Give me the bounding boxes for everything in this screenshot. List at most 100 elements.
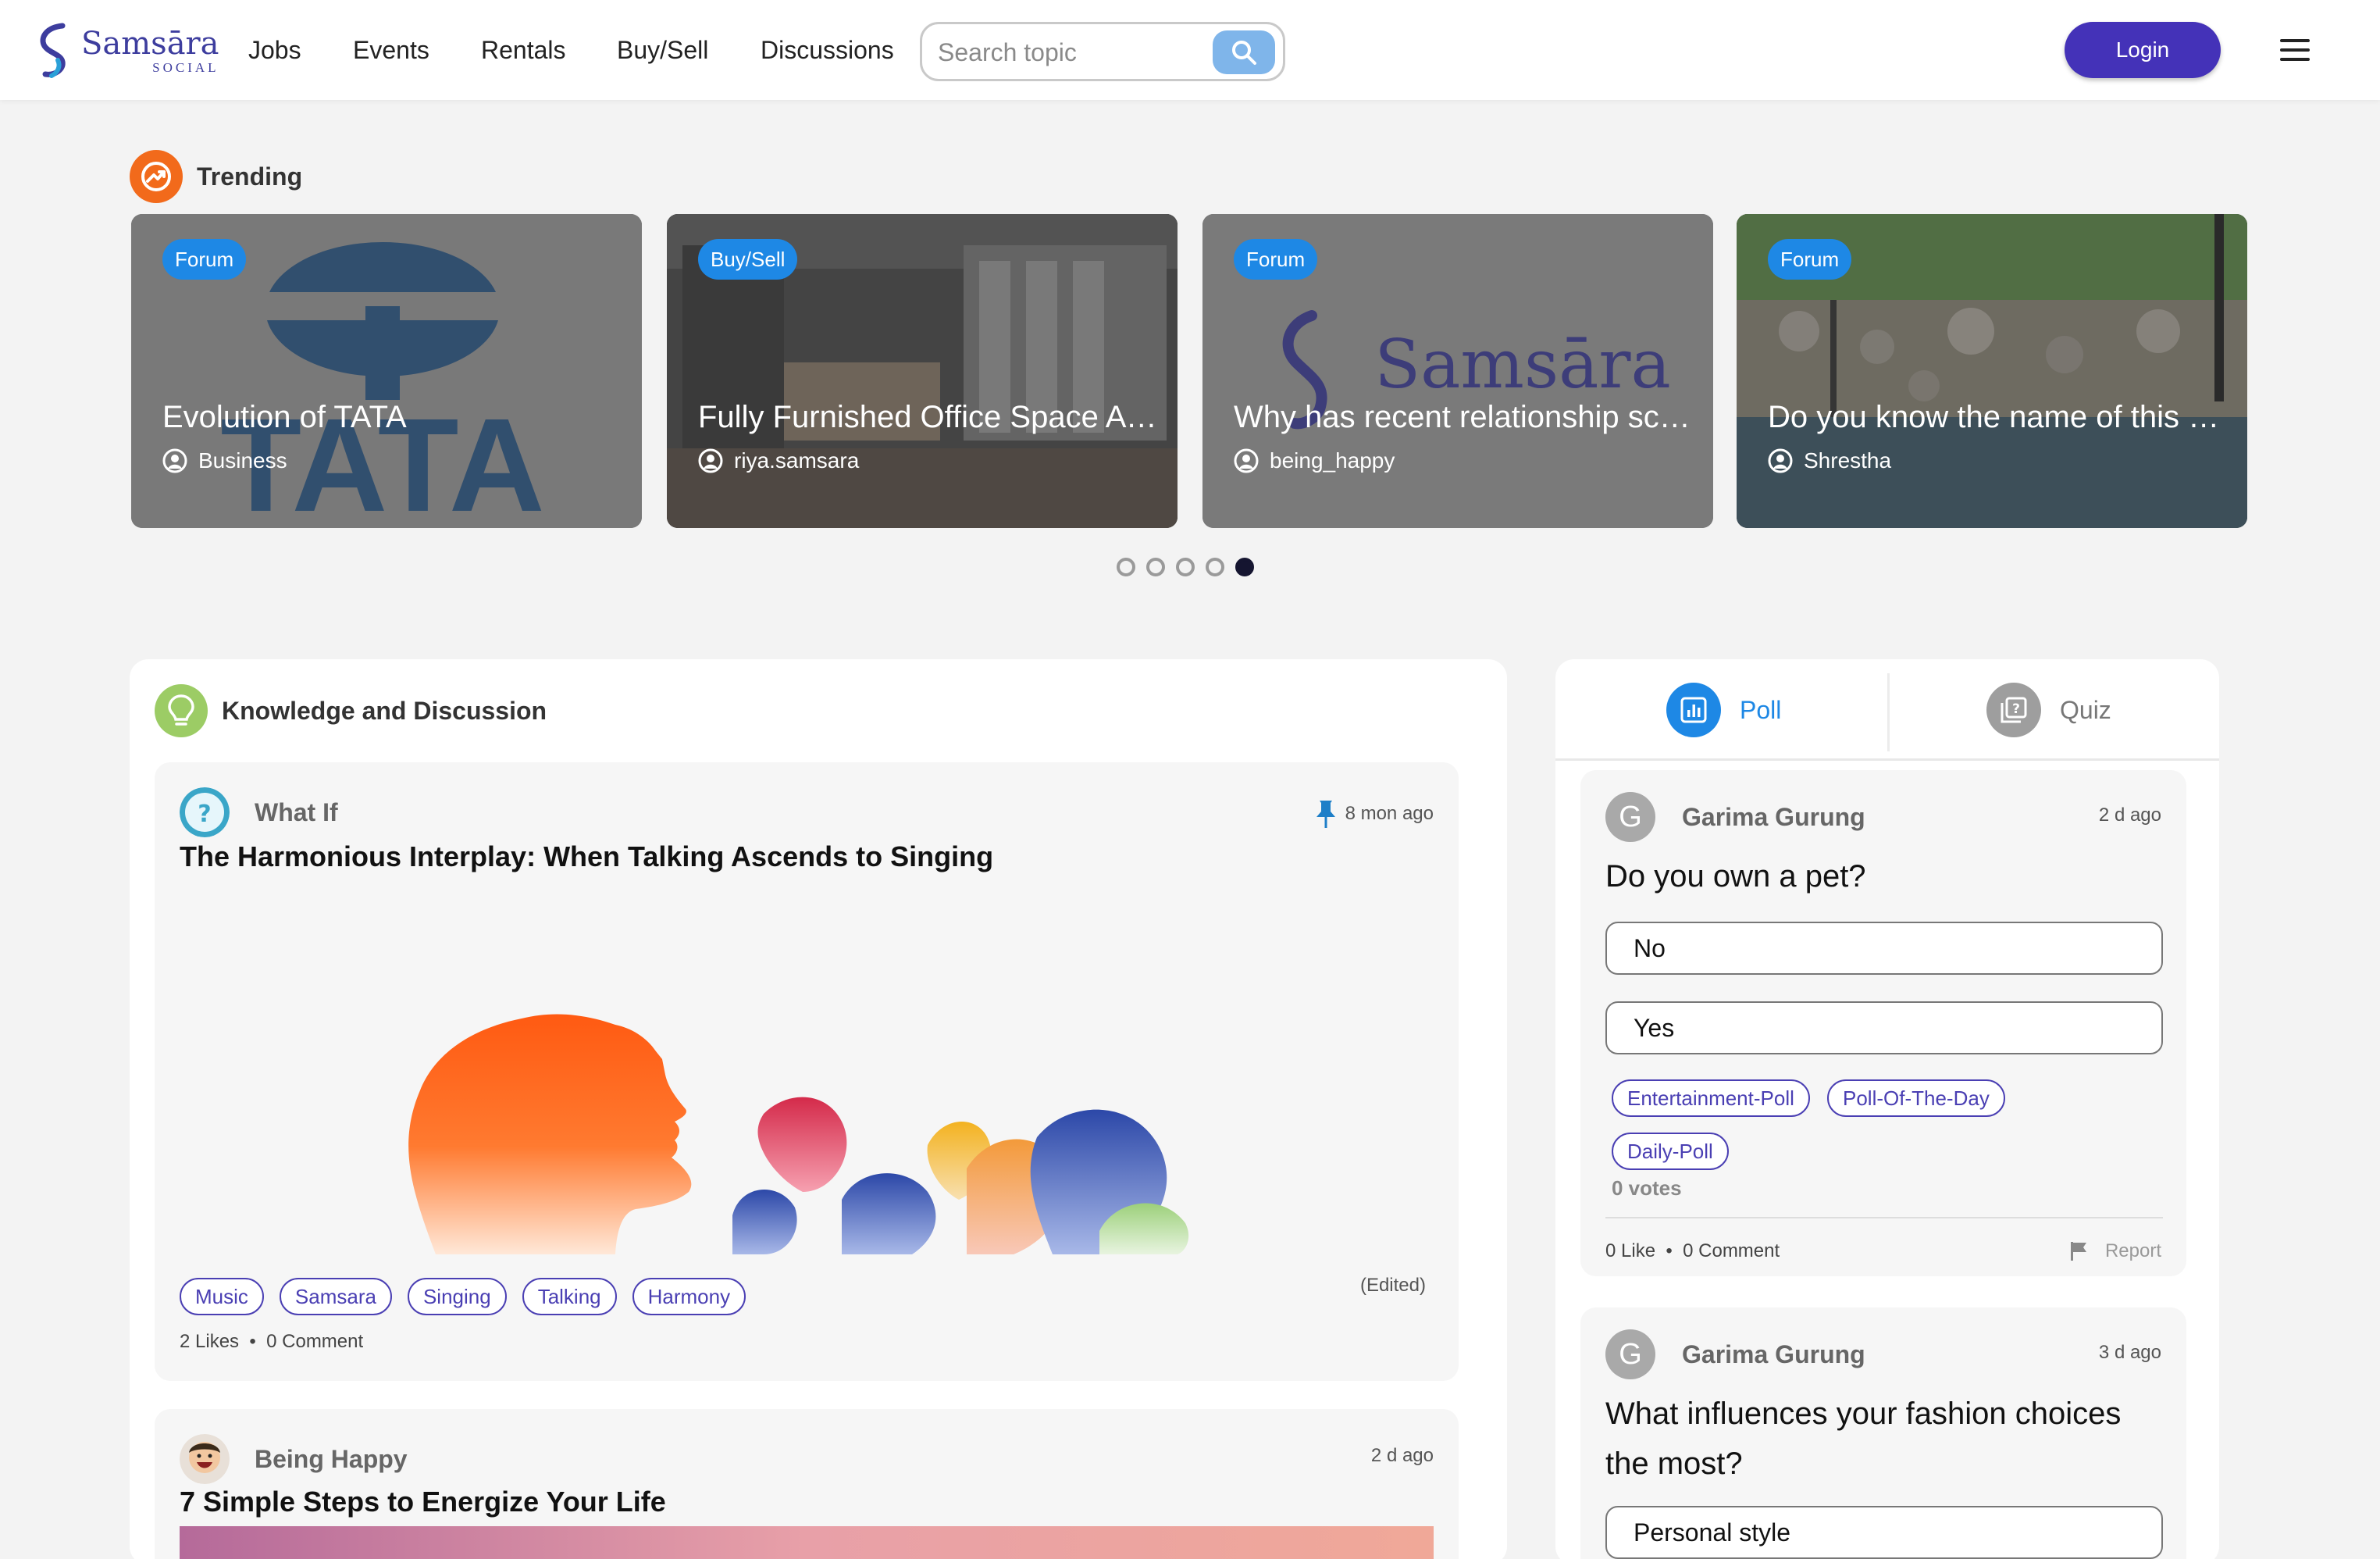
being-happy-category-icon [180,1434,230,1484]
carousel-dot[interactable] [1117,558,1135,576]
nav-link-events[interactable]: Events [353,34,429,66]
poll-option[interactable]: No [1605,922,2163,975]
carousel-dot[interactable] [1146,558,1165,576]
poll-author-name[interactable]: Garima Gurung [1682,1340,1865,1369]
poll-question: What influences your fashion choices the… [1605,1397,2122,1481]
post-time-text: 2 d ago [1370,1445,1434,1466]
poll-timestamp: 2 d ago [2098,804,2161,826]
post-timestamp: 8 mon ago [1314,798,1434,829]
svg-text:?: ? [2012,701,2020,717]
logo-name: Samsāra [81,26,219,62]
post-title[interactable]: The Harmonious Interplay: When Talking A… [180,840,993,873]
trending-card[interactable]: Samsāra Forum Why has recent relationshi… [1202,214,1713,528]
report-label: Report [2104,1240,2161,1261]
carousel-dot-active[interactable] [1235,558,1254,576]
discussion-post[interactable]: ? What If 8 mon ago The Harmonious Inter… [155,762,1459,1381]
pin-icon [1316,801,1335,828]
card-title: Fully Furnished Office Space Available [698,400,1167,434]
post-cover-image [180,1526,1434,1559]
poll-timestamp: 3 d ago [2098,1342,2161,1363]
card-badge: Forum [1234,239,1318,280]
post-timestamp: 2 d ago [1371,1445,1434,1467]
card-author[interactable]: Shrestha [1768,448,1891,473]
svg-text:?: ? [198,801,211,828]
lightbulb-icon [155,684,208,737]
trending-card[interactable]: TATA Forum Evolution of TATA Business [131,214,642,528]
trending-icon [130,150,183,203]
trending-card[interactable]: Forum Do you know the name of this place… [1737,214,2247,528]
card-author-name: being_happy [1270,448,1395,473]
poll-quiz-tabs: Poll ? Quiz [1555,659,2219,761]
user-icon [1768,448,1793,473]
carousel-dot[interactable] [1176,558,1195,576]
tab-quiz[interactable]: ? Quiz [1986,659,2111,761]
post-title[interactable]: 7 Simple Steps to Energize Your Life [180,1486,666,1518]
post-category[interactable]: What If [255,798,338,827]
user-icon [162,448,187,473]
trending-header: Trending [130,150,302,203]
nav-link-rentals[interactable]: Rentals [481,34,566,66]
flag-icon [2070,1242,2086,1261]
post-tags: Music Samsara Singing Talking Harmony [180,1278,761,1315]
poll-quiz-panel: Poll ? Quiz G Garima Gurung 2 d ago Do y… [1555,659,2219,1559]
tag-chip[interactable]: Poll-Of-The-Day [1827,1079,2005,1117]
search-icon [1232,41,1256,65]
samsara-logo-icon [40,23,66,78]
tab-poll[interactable]: Poll [1666,659,1781,761]
poll-card: G Garima Gurung 2 d ago Do you own a pet… [1580,770,2186,1276]
card-title: Evolution of TATA [162,400,407,434]
edited-label: (Edited) [1359,1275,1426,1296]
card-badge: Forum [162,239,247,280]
what-if-category-icon: ? [180,787,230,837]
discussion-post[interactable]: Being Happy 2 d ago 7 Simple Steps to En… [155,1409,1459,1559]
poll-option[interactable]: Yes [1605,1001,2163,1054]
search-input[interactable] [938,32,1203,73]
hamburger-menu-icon[interactable] [2280,39,2310,61]
knowledge-header: Knowledge and Discussion [155,684,547,737]
user-icon [698,448,723,473]
login-button[interactable]: Login [2065,22,2221,78]
tag-chip[interactable]: Singing [407,1278,507,1315]
trending-card[interactable]: Buy/Sell Fully Furnished Office Space Av… [667,214,1178,528]
poll-option[interactable]: Personal style [1605,1506,2163,1559]
tag-chip[interactable]: Talking [522,1278,617,1315]
vote-count: 0 votes [1612,1176,1682,1200]
poll-author-name[interactable]: Garima Gurung [1682,803,1865,832]
nav-link-buy-sell[interactable]: Buy/Sell [617,34,708,66]
card-badge: Forum [1768,239,1852,280]
top-navbar: Samsāra SOCIAL Jobs Events Rentals Buy/S… [0,0,2380,100]
card-author[interactable]: Business [162,448,287,473]
poll-chart-icon [1666,683,1721,737]
report-button[interactable]: Report [2069,1240,2161,1262]
logo-subtitle: SOCIAL [152,60,219,75]
tag-chip[interactable]: Entertainment-Poll [1612,1079,1810,1117]
card-author-name: Shrestha [1804,448,1892,473]
nav-link-discussions[interactable]: Discussions [761,34,894,66]
card-author[interactable]: being_happy [1234,448,1395,473]
post-category[interactable]: Being Happy [255,1445,408,1474]
nav-link-jobs[interactable]: Jobs [248,34,301,66]
poll-card: G Garima Gurung 3 d ago What influences … [1580,1307,2186,1559]
tab-quiz-label: Quiz [2060,695,2111,724]
carousel-pagination [1117,558,1265,576]
search-box [920,22,1285,81]
card-title: Do you know the name of this place? [1768,400,2236,434]
tag-chip[interactable]: Harmony [632,1278,746,1315]
avatar[interactable]: G [1605,1329,1655,1379]
poll-stats: 0 Like • 0 Comment [1605,1240,1780,1261]
tag-chip[interactable]: Daily-Poll [1612,1133,1729,1170]
knowledge-title: Knowledge and Discussion [222,696,547,725]
tag-chip[interactable]: Samsara [279,1278,392,1315]
tag-chip[interactable]: Music [180,1278,264,1315]
talking-singing-illustration [408,1014,1189,1254]
card-author[interactable]: riya.samsara [698,448,859,473]
poll-question: Do you own a pet? [1605,859,1866,894]
avatar[interactable]: G [1605,792,1655,842]
card-author-name: riya.samsara [734,448,860,473]
samsara-logo[interactable]: Samsāra SOCIAL [34,16,219,86]
search-button[interactable] [1213,30,1275,74]
carousel-dot[interactable] [1206,558,1224,576]
card-author-name: Business [198,448,287,473]
post-time-text: 8 mon ago [1345,803,1434,824]
card-badge: Buy/Sell [698,239,798,280]
